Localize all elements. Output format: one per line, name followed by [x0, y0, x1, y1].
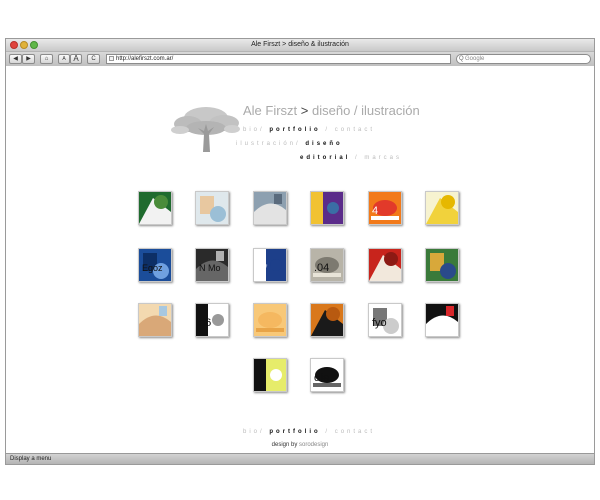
main-nav-link-2[interactable]: / contact: [325, 127, 375, 133]
portfolio-thumbnail[interactable]: N Mo: [195, 248, 229, 282]
search-input[interactable]: Q Google: [456, 54, 591, 64]
text-smaller-button[interactable]: A: [58, 54, 70, 64]
portfolio-thumbnail[interactable]: [253, 303, 287, 337]
forward-button[interactable]: ▶: [22, 54, 35, 64]
site-name-text: Ale Firszt: [243, 103, 298, 118]
thumbnail-image: [369, 249, 401, 281]
page-content: Ale Firszt > diseño / ilustración bio/ p…: [6, 66, 594, 454]
thumbnail-image: 4: [369, 192, 401, 224]
reload-button[interactable]: C: [87, 54, 100, 64]
thumbnail-image: a6: [196, 304, 228, 336]
thumbnail-image: [311, 192, 343, 224]
portfolio-thumbnail[interactable]: [425, 248, 459, 282]
thumbnail-label: Egoz: [142, 263, 163, 273]
thumbnail-label: a6: [199, 317, 211, 329]
footer-nav-link-2[interactable]: / contact: [325, 429, 375, 435]
browser-window: Ale Firszt > diseño & ilustración ◀ ▶ ⌂ …: [5, 38, 595, 465]
portfolio-thumbnail[interactable]: [253, 358, 287, 392]
reload-icon: C: [91, 56, 96, 62]
back-button[interactable]: ◀: [9, 54, 22, 64]
title-bar[interactable]: Ale Firszt > diseño & ilustración: [6, 39, 594, 52]
thumbnail-image: [426, 304, 458, 336]
portfolio-thumbnail[interactable]: [138, 303, 172, 337]
thumbnail-image: .04: [311, 249, 343, 281]
thumbnail-label: 4: [372, 205, 378, 217]
footer-nav-link-0[interactable]: bio/: [243, 429, 265, 435]
portfolio-thumbnail[interactable]: [368, 248, 402, 282]
sub-nav2-link-1[interactable]: / marcas: [355, 155, 402, 161]
portfolio-thumbnail[interactable]: 4: [368, 191, 402, 225]
main-nav: bio/ portfolio / contact: [243, 127, 375, 133]
portfolio-thumbnail[interactable]: [425, 303, 459, 337]
portfolio-thumbnail[interactable]: [425, 191, 459, 225]
portfolio-thumbnail[interactable]: a6: [195, 303, 229, 337]
portfolio-thumbnail[interactable]: [310, 191, 344, 225]
sub-nav2-link-0[interactable]: editorial: [300, 155, 350, 161]
thumbnail-image: [426, 192, 458, 224]
portfolio-thumbnail[interactable]: [310, 303, 344, 337]
credit-prefix: design by: [271, 442, 299, 448]
back-arrow-icon: ◀: [13, 56, 18, 62]
status-text: Display a menu: [10, 456, 52, 462]
search-placeholder: Google: [465, 56, 485, 62]
browser-toolbar: ◀ ▶ ⌂ A A C http://alefirszt.com.ar/ Q G…: [6, 52, 594, 67]
sub-nav-link-1[interactable]: diseño: [305, 141, 342, 147]
address-field[interactable]: http://alefirszt.com.ar/: [106, 54, 451, 64]
thumbnail-label: n*: [257, 262, 268, 274]
thumbnail-image: [254, 304, 286, 336]
portfolio-thumbnail[interactable]: [253, 191, 287, 225]
thumbnail-image: [196, 192, 228, 224]
design-credit: design by sorodesign: [6, 442, 594, 448]
sub-nav: ilustración/ diseño: [236, 141, 343, 147]
forward-arrow-icon: ▶: [26, 56, 31, 62]
address-value: http://alefirszt.com.ar/: [116, 56, 174, 62]
site-section-text: diseño / ilustración: [312, 103, 420, 118]
site-title-arrow: >: [300, 103, 309, 118]
thumbnail-image: [426, 249, 458, 281]
thumbnail-image: n*: [254, 249, 286, 281]
thumbnail-label: fyo: [372, 317, 387, 329]
text-smaller-label: A: [62, 56, 66, 62]
thumbnail-image: día: [311, 359, 343, 391]
thumbnail-image: [139, 304, 171, 336]
thumbnail-image: fyo: [369, 304, 401, 336]
portfolio-thumbnail[interactable]: día: [310, 358, 344, 392]
thumbnail-label: .04: [314, 262, 329, 274]
thumbnail-image: [311, 304, 343, 336]
main-nav-link-0[interactable]: bio/: [243, 127, 265, 133]
portfolio-thumbnail[interactable]: .04: [310, 248, 344, 282]
text-bigger-label: A: [73, 54, 79, 63]
thumbnail-image: Egoz: [139, 249, 171, 281]
portfolio-thumbnail[interactable]: Egoz: [138, 248, 172, 282]
thumbnail-image: [139, 192, 171, 224]
site-title: Ale Firszt > diseño / ilustración: [243, 103, 420, 118]
thumbnail-label: N Mo: [199, 263, 221, 273]
sub-nav-editorial: editorial / marcas: [300, 155, 402, 161]
main-nav-link-1[interactable]: portfolio: [269, 127, 320, 133]
portfolio-thumbnail[interactable]: n*: [253, 248, 287, 282]
thumbnail-image: [254, 359, 286, 391]
sub-nav-link-0[interactable]: ilustración/: [236, 141, 301, 147]
footer-nav-link-1[interactable]: portfolio: [269, 429, 320, 435]
home-button[interactable]: ⌂: [40, 54, 53, 64]
home-icon: ⌂: [44, 56, 49, 62]
search-icon: Q: [459, 56, 464, 62]
thumbnail-label: día: [314, 372, 330, 384]
status-bar: Display a menu: [6, 453, 594, 464]
window-title: Ale Firszt > diseño & ilustración: [251, 41, 349, 48]
footer-nav: bio/ portfolio / contact: [243, 429, 375, 435]
thumbnail-image: N Mo: [196, 249, 228, 281]
credit-brand-link[interactable]: sorodesign: [299, 442, 328, 448]
text-bigger-button[interactable]: A: [70, 54, 82, 64]
page-favicon-icon: [109, 56, 114, 61]
thumbnail-image: [254, 192, 286, 224]
portfolio-thumbnail[interactable]: fyo: [368, 303, 402, 337]
tree-logo-icon: [171, 107, 240, 152]
portfolio-thumbnail[interactable]: [195, 191, 229, 225]
portfolio-thumbnail[interactable]: [138, 191, 172, 225]
